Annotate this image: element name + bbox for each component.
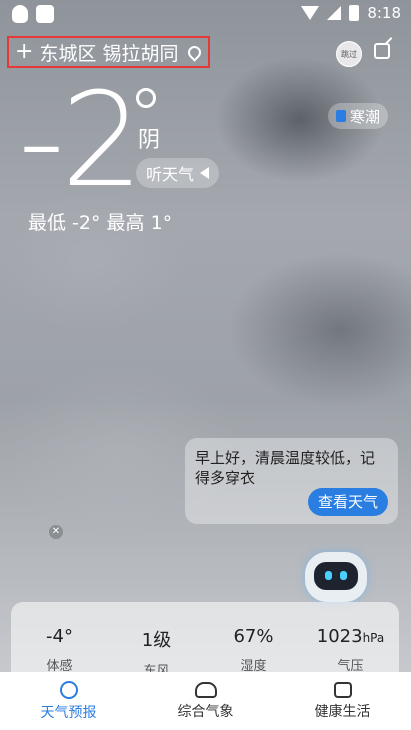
heart-icon bbox=[333, 681, 352, 698]
assistant-robot-icon[interactable] bbox=[305, 552, 367, 602]
current-temperature: -2 bbox=[18, 64, 144, 216]
alert-label: 寒潮 bbox=[350, 107, 381, 126]
status-time: 8:18 bbox=[367, 4, 401, 22]
tab-comprehensive-weather[interactable]: 综合气象 bbox=[137, 672, 274, 730]
signal-icon bbox=[327, 6, 342, 20]
listen-weather-button[interactable]: 听天气 bbox=[136, 158, 220, 188]
temperature-range[interactable]: 最低 -2° 最高 1° bbox=[28, 208, 172, 235]
tab-weather-forecast[interactable]: 天气预报 bbox=[0, 672, 137, 730]
stat-pressure: 1023hPa 气压 bbox=[316, 626, 385, 674]
weather-stats-panel: -4° 体感 1级 东风 67% 湿度 1023hPa 气压 bbox=[11, 602, 399, 679]
close-icon[interactable]: ✕ bbox=[49, 525, 63, 539]
location-icon bbox=[59, 680, 78, 699]
thermometer-down-icon bbox=[336, 110, 346, 122]
location-pin-icon bbox=[185, 42, 205, 62]
cloud-icon bbox=[194, 681, 217, 698]
share-icon[interactable] bbox=[374, 43, 390, 59]
stat-wind: 1级 东风 bbox=[141, 630, 172, 679]
wifi-icon bbox=[301, 6, 320, 20]
robot-eye bbox=[325, 571, 332, 580]
stat-feels-like: -4° 体感 bbox=[46, 626, 73, 674]
skip-button[interactable]: 跳过 bbox=[336, 41, 362, 67]
qq-icon bbox=[12, 5, 28, 23]
battery-icon bbox=[349, 5, 360, 21]
status-bar: 8:18 bbox=[0, 0, 411, 30]
cold-wave-alert[interactable]: 寒潮 bbox=[328, 103, 389, 129]
weather-condition: 阴 bbox=[138, 128, 161, 153]
view-weather-button[interactable]: 查看天气 bbox=[307, 488, 388, 516]
degree-symbol-icon bbox=[136, 88, 156, 108]
app-notification-icon bbox=[36, 5, 54, 23]
tip-text: 早上好，清晨温度较低，记得多穿衣 bbox=[195, 449, 376, 487]
listen-weather-label: 听天气 bbox=[146, 165, 195, 184]
location-name: 东城区 锡拉胡同 bbox=[39, 42, 179, 65]
stat-humidity: 67% 湿度 bbox=[233, 626, 274, 674]
robot-eye bbox=[340, 571, 347, 580]
add-location-icon[interactable]: + bbox=[15, 41, 33, 63]
tab-healthy-living[interactable]: 健康生活 bbox=[274, 672, 411, 730]
greeting-tip-card: 早上好，清晨温度较低，记得多穿衣 查看天气 bbox=[185, 438, 398, 524]
bottom-tab-bar: 天气预报 综合气象 健康生活 bbox=[0, 672, 411, 730]
speaker-icon bbox=[200, 167, 210, 179]
